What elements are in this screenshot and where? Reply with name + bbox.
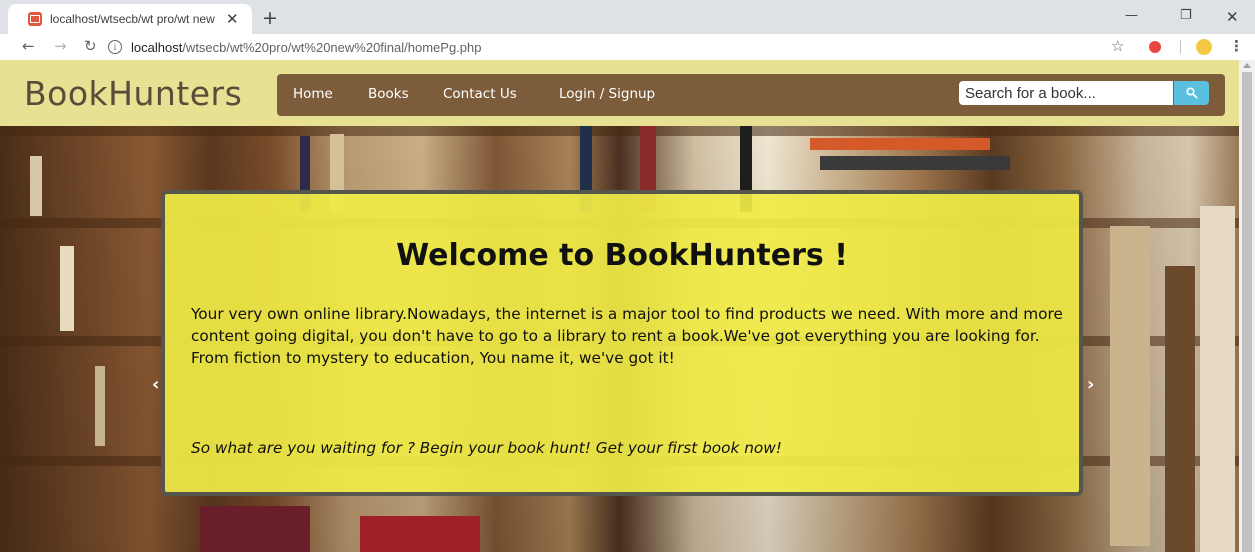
scroll-up-icon[interactable] xyxy=(1243,63,1251,68)
carousel-next-arrow[interactable]: › xyxy=(1087,374,1094,395)
star-icon[interactable]: ☆ xyxy=(1111,37,1124,55)
page-scrollbar[interactable] xyxy=(1239,60,1255,552)
shelf-decoration xyxy=(0,126,1239,136)
minimize-window-icon[interactable]: — xyxy=(1125,8,1138,23)
book-spine-decoration xyxy=(1200,206,1235,552)
book-spine-decoration xyxy=(30,156,42,216)
browser-tab[interactable]: localhost/wtsecb/wt pro/wt new ✕ xyxy=(8,4,252,34)
welcome-panel: Welcome to BookHunters ! Your very own o… xyxy=(161,190,1083,496)
main-navbar: Home Books Contact Us Login / Signup xyxy=(277,74,1225,116)
favicon-icon xyxy=(28,12,42,26)
welcome-call-to-action: So what are you waiting for ? Begin your… xyxy=(191,439,782,457)
site-brand[interactable]: BookHunters xyxy=(24,74,242,113)
search-input[interactable] xyxy=(959,81,1173,105)
url-text: localhost/wtsecb/wt%20pro/wt%20new%20fin… xyxy=(131,39,482,55)
nav-login-signup[interactable]: Login / Signup xyxy=(559,86,655,102)
shield-extension-icon[interactable] xyxy=(1149,41,1161,53)
address-bar[interactable]: i localhost/wtsecb/wt%20pro/wt%20new%20f… xyxy=(108,36,1138,58)
page-viewport: ‹ › BookHunters Home Books Contact Us Lo… xyxy=(0,60,1239,552)
nav-contact-us[interactable]: Contact Us xyxy=(443,86,517,102)
tab-title: localhost/wtsecb/wt pro/wt new xyxy=(50,12,215,26)
info-icon[interactable]: i xyxy=(108,40,122,54)
welcome-description: Your very own online library.Nowadays, t… xyxy=(191,305,1063,367)
book-spine-decoration xyxy=(810,138,990,150)
browser-tabstrip: localhost/wtsecb/wt pro/wt new ✕ + — ❐ ✕ xyxy=(0,0,1255,34)
close-window-icon[interactable]: ✕ xyxy=(1226,8,1239,26)
avatar-extension-icon[interactable] xyxy=(1196,39,1212,55)
site-header: BookHunters Home Books Contact Us Login … xyxy=(0,60,1239,126)
book-spine-decoration xyxy=(820,156,1010,170)
book-spine-decoration xyxy=(60,246,74,331)
book-spine-decoration xyxy=(1110,226,1150,546)
scrollbar-thumb[interactable] xyxy=(1242,72,1252,552)
book-spine-decoration xyxy=(360,516,480,552)
search-icon xyxy=(1185,87,1198,99)
nav-home[interactable]: Home xyxy=(293,86,333,102)
close-tab-icon[interactable]: ✕ xyxy=(226,10,239,28)
nav-books[interactable]: Books xyxy=(368,86,409,102)
book-spine-decoration xyxy=(1165,266,1195,552)
new-tab-button[interactable]: + xyxy=(262,7,278,29)
menu-icon[interactable]: ⋮ xyxy=(1229,37,1244,55)
book-spine-decoration xyxy=(95,366,105,446)
restore-window-icon[interactable]: ❐ xyxy=(1180,8,1192,23)
forward-icon[interactable]: → xyxy=(54,37,67,55)
book-spine-decoration xyxy=(200,506,310,552)
search-button[interactable] xyxy=(1174,81,1209,105)
reload-icon[interactable]: ↻ xyxy=(84,37,97,55)
welcome-title: Welcome to BookHunters ! xyxy=(396,238,848,273)
browser-toolbar: ← → ↻ i localhost/wtsecb/wt%20pro/wt%20n… xyxy=(0,34,1255,60)
toolbar-divider xyxy=(1180,40,1181,54)
carousel-prev-arrow[interactable]: ‹ xyxy=(152,374,159,395)
back-icon[interactable]: ← xyxy=(22,37,35,55)
